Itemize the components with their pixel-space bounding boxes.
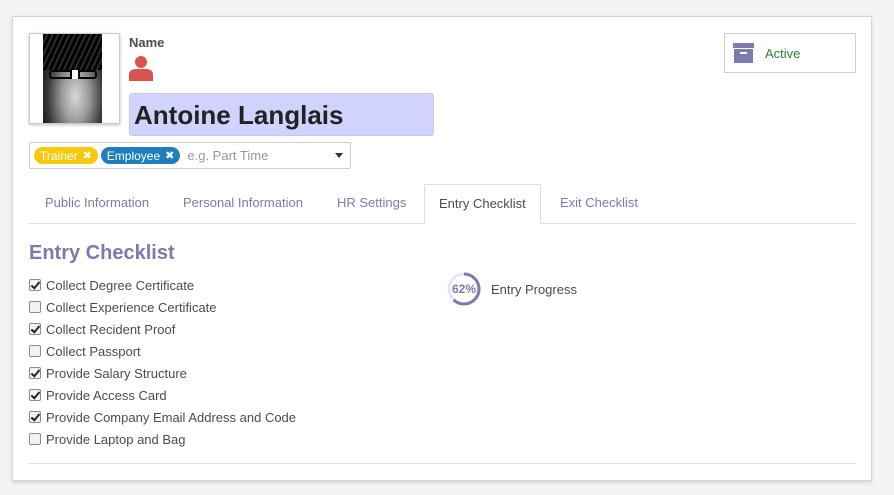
tag-employee: Employee ✖ bbox=[100, 147, 181, 164]
entry-checklist: Collect Degree Certificate Collect Exper… bbox=[29, 274, 296, 450]
checkbox[interactable] bbox=[29, 301, 41, 313]
tag-label: Employee bbox=[106, 148, 161, 163]
checklist-item-label: Collect Recident Proof bbox=[46, 321, 176, 337]
tag-label: Trainer bbox=[40, 148, 78, 163]
tab-exit-checklist[interactable]: Exit Checklist bbox=[560, 184, 638, 224]
employee-avatar[interactable] bbox=[29, 33, 120, 124]
checklist-item: Provide Access Card bbox=[29, 384, 296, 406]
checkbox[interactable] bbox=[29, 323, 41, 335]
status-label: Active bbox=[765, 45, 801, 61]
checklist-item-label: Collect Experience Certificate bbox=[46, 299, 217, 315]
progress-percentage: 62% bbox=[451, 282, 477, 296]
checklist-item-label: Provide Salary Structure bbox=[46, 365, 187, 381]
form-tabs: Public Information Personal Information … bbox=[29, 184, 856, 224]
divider bbox=[29, 463, 856, 464]
avatar-glasses bbox=[49, 70, 97, 79]
checklist-item: Collect Degree Certificate bbox=[29, 274, 296, 296]
checkbox[interactable] bbox=[29, 433, 41, 445]
archive-icon bbox=[733, 43, 754, 63]
checklist-item-label: Collect Passport bbox=[46, 343, 141, 359]
tab-personal-information[interactable]: Personal Information bbox=[183, 184, 303, 224]
checkbox[interactable] bbox=[29, 279, 41, 291]
checklist-item-label: Provide Access Card bbox=[46, 387, 167, 403]
employee-name-field[interactable]: Antoine Langlais bbox=[129, 93, 434, 136]
caret-down-icon[interactable] bbox=[335, 153, 343, 158]
checklist-item: Collect Experience Certificate bbox=[29, 296, 296, 318]
person-icon bbox=[129, 56, 153, 81]
checkbox[interactable] bbox=[29, 389, 41, 401]
employee-form-sheet: Name Antoine Langlais Trainer ✖ Employee… bbox=[12, 16, 872, 481]
checkbox[interactable] bbox=[29, 345, 41, 357]
checklist-item: Provide Salary Structure bbox=[29, 362, 296, 384]
tags-input-placeholder[interactable]: e.g. Part Time bbox=[187, 148, 332, 163]
checkbox[interactable] bbox=[29, 411, 41, 423]
checklist-item: Provide Company Email Address and Code bbox=[29, 406, 296, 428]
tab-hr-settings[interactable]: HR Settings bbox=[337, 184, 406, 224]
entry-progress: 62% Entry Progress bbox=[447, 272, 577, 306]
section-title: Entry Checklist bbox=[29, 242, 175, 264]
tab-entry-checklist[interactable]: Entry Checklist bbox=[424, 184, 541, 224]
close-icon[interactable]: ✖ bbox=[83, 149, 92, 162]
avatar-hair bbox=[43, 34, 102, 70]
checklist-item: Collect Passport bbox=[29, 340, 296, 362]
checklist-item: Provide Laptop and Bag bbox=[29, 428, 296, 450]
active-toggle-button[interactable]: Active bbox=[724, 33, 856, 73]
checklist-item-label: Provide Laptop and Bag bbox=[46, 431, 186, 447]
checklist-item: Collect Recident Proof bbox=[29, 318, 296, 340]
checklist-item-label: Collect Degree Certificate bbox=[46, 277, 195, 293]
tab-public-information[interactable]: Public Information bbox=[45, 184, 149, 224]
checklist-item-label: Provide Company Email Address and Code bbox=[46, 409, 297, 425]
progress-ring: 62% bbox=[447, 272, 481, 306]
close-icon[interactable]: ✖ bbox=[165, 149, 174, 162]
progress-label: Entry Progress bbox=[491, 281, 577, 297]
tag-trainer: Trainer ✖ bbox=[34, 147, 98, 164]
checkbox[interactable] bbox=[29, 367, 41, 379]
name-label: Name bbox=[129, 35, 165, 50]
category-tags-field[interactable]: Trainer ✖ Employee ✖ e.g. Part Time bbox=[29, 142, 351, 169]
avatar-photo bbox=[43, 34, 102, 123]
